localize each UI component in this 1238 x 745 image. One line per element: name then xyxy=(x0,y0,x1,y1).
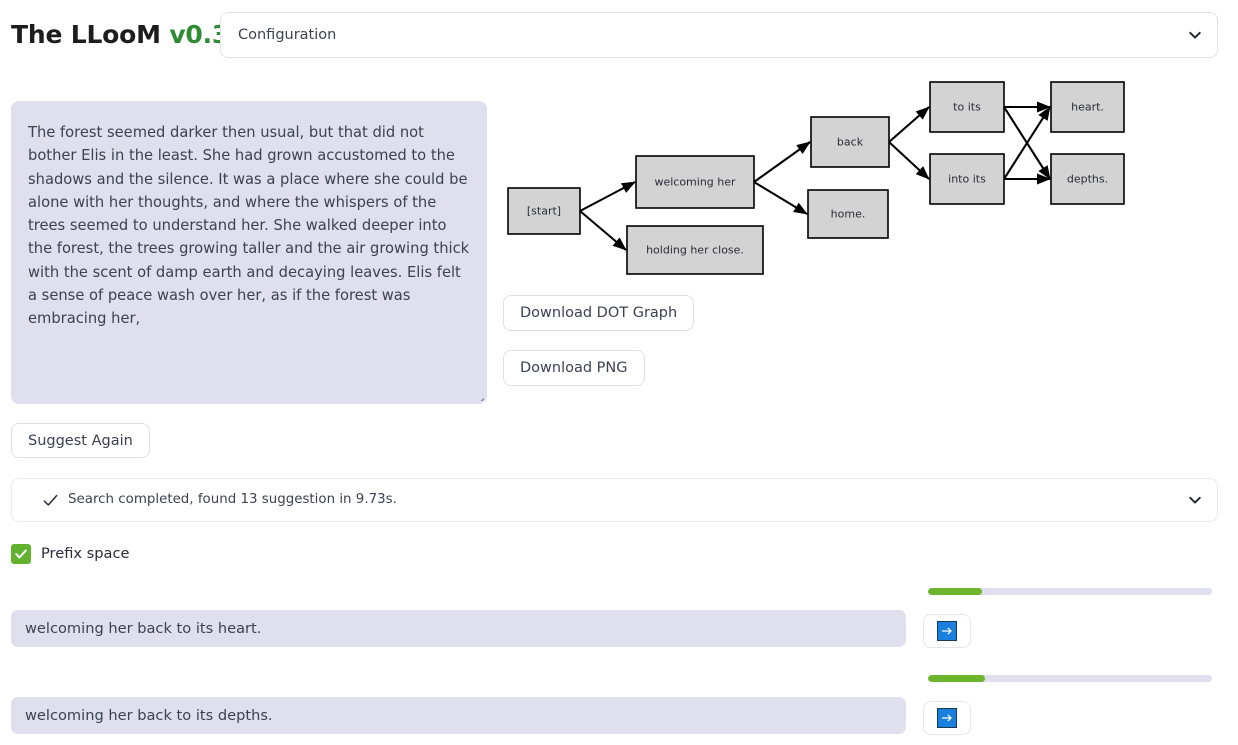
graph-node-label: welcoming her xyxy=(654,176,736,189)
graph-node: [start] xyxy=(507,187,581,235)
suggestion-text[interactable]: welcoming her back to its depths. xyxy=(11,697,906,734)
suggestion-progress-bar xyxy=(928,588,1212,595)
graph-node: home. xyxy=(807,189,889,239)
graph-node: heart. xyxy=(1050,81,1125,133)
graph-node: to its xyxy=(929,81,1005,133)
chevron-down-icon[interactable] xyxy=(1187,492,1203,508)
suggestion-progress-bar xyxy=(928,675,1212,682)
graph-node-label: holding her close. xyxy=(646,244,744,257)
suggestion-continue-button[interactable] xyxy=(923,701,971,735)
graph-edge xyxy=(888,106,930,143)
status-bar[interactable]: Search completed, found 13 suggestion in… xyxy=(11,478,1218,522)
prefix-space-label: Prefix space xyxy=(41,545,130,562)
app-header: The LLooM v0.3 Configuration xyxy=(0,0,1238,70)
graph-edge xyxy=(579,210,627,251)
graph-edge xyxy=(888,141,930,180)
suggestion-continue-button[interactable] xyxy=(923,614,971,648)
graph-node: holding her close. xyxy=(626,225,764,275)
graph-node-label: heart. xyxy=(1071,101,1104,114)
textarea-resize-handle[interactable] xyxy=(471,388,484,401)
download-dot-graph-button[interactable]: Download DOT Graph xyxy=(503,295,695,331)
prefix-space-row[interactable]: Prefix space xyxy=(11,543,129,564)
arrow-right-icon xyxy=(937,708,957,728)
app-title: The LLooM v0.3 xyxy=(11,20,229,49)
suggest-again-button[interactable]: Suggest Again xyxy=(11,423,150,458)
graph-node-label: into its xyxy=(948,173,986,186)
graph-node-label: back xyxy=(837,136,864,149)
check-icon xyxy=(42,492,59,509)
suggestion-progress-fill xyxy=(928,588,982,595)
suggestion-text[interactable]: welcoming her back to its heart. xyxy=(11,610,906,647)
prefix-space-checkbox[interactable] xyxy=(11,543,31,564)
arrow-right-icon xyxy=(937,621,957,641)
graph-node: into its xyxy=(929,153,1005,205)
download-png-button[interactable]: Download PNG xyxy=(503,350,645,386)
prompt-textarea[interactable]: The forest seemed darker then usual, but… xyxy=(11,101,487,404)
graph-node: back xyxy=(810,116,890,168)
graph-node-label: [start] xyxy=(527,205,561,218)
status-message: Search completed, found 13 suggestion in… xyxy=(68,492,397,507)
configuration-dropdown-label: Configuration xyxy=(238,27,337,43)
prompt-textarea-value: The forest seemed darker then usual, but… xyxy=(28,124,474,328)
graph-edge xyxy=(753,141,811,183)
graph-node-label: to its xyxy=(953,101,981,114)
token-graph: [start] welcoming her holding her close. ba… xyxy=(500,70,1200,285)
graph-edge xyxy=(753,181,808,215)
graph-node-label: home. xyxy=(831,208,866,221)
graph-node-label: depths. xyxy=(1067,173,1108,186)
graph-node: welcoming her xyxy=(635,155,755,209)
suggestion-progress-fill xyxy=(928,675,985,682)
chevron-down-icon[interactable] xyxy=(1187,27,1203,43)
graph-edge xyxy=(579,181,636,212)
lloom-app: The LLooM v0.3 Configuration The forest … xyxy=(0,0,1238,745)
app-title-main: The LLooM xyxy=(11,20,170,49)
configuration-dropdown[interactable]: Configuration xyxy=(220,12,1218,58)
graph-node: depths. xyxy=(1050,153,1125,205)
